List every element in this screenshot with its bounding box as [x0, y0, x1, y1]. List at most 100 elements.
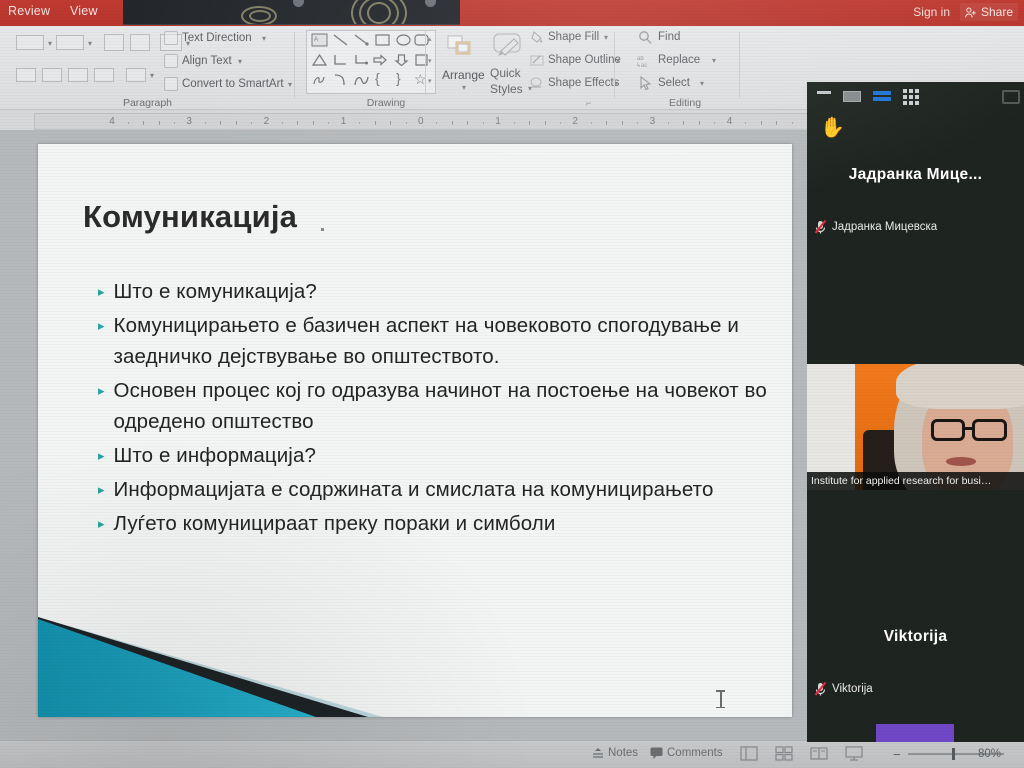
justify-icon[interactable] — [94, 68, 114, 82]
gallery-view-icon[interactable] — [903, 89, 919, 105]
replace-icon[interactable]: ab ↳ac — [636, 53, 653, 73]
ruler-tick — [791, 122, 793, 124]
comments-button[interactable]: Comments — [650, 747, 723, 759]
shape-elbow-connector-icon[interactable] — [332, 53, 349, 69]
sign-in-button[interactable]: Sign in — [913, 5, 950, 19]
shape-curve-arc-icon[interactable] — [353, 73, 370, 89]
shape-line-arrow-icon[interactable] — [353, 33, 370, 49]
shape-effects-label[interactable]: Shape Effects — [548, 77, 619, 89]
find-label[interactable]: Find — [658, 31, 680, 43]
columns-icon[interactable] — [126, 68, 146, 82]
ruler-number: 0 — [418, 116, 424, 127]
slide-canvas[interactable]: Комуникација ▸ Што е комуникација? ▸ Комуни… — [38, 144, 792, 717]
shape-oval-icon[interactable] — [395, 33, 412, 49]
shape-outline-caret-icon[interactable]: ▾ — [616, 56, 620, 65]
notes-button[interactable]: Notes — [592, 747, 638, 759]
zoom-slider-handle[interactable] — [952, 748, 955, 760]
zoom-out-button[interactable]: − — [893, 747, 901, 762]
slide-bullet-item[interactable]: ▸ Што е комуникација? — [96, 276, 776, 307]
zoom-view-toolbar — [807, 82, 1024, 114]
participant-bigname-viktorija: Viktorija — [883, 628, 948, 645]
smartart-icon[interactable] — [164, 77, 178, 91]
slide-bullet-item[interactable]: ▸ Основен процес кој го одразува начинот … — [96, 375, 776, 437]
shape-elbow-arrow-connector-icon[interactable] — [353, 53, 370, 69]
shape-right-brace-icon[interactable]: } — [396, 71, 401, 85]
shape-freeform-icon[interactable] — [311, 73, 328, 89]
shape-rectangle-icon[interactable] — [374, 33, 391, 49]
shape-line-icon[interactable] — [332, 33, 349, 49]
align-text-icon[interactable] — [164, 54, 178, 68]
minimize-icon[interactable] — [817, 91, 831, 94]
text-direction-caret-icon[interactable]: ▾ — [262, 34, 266, 43]
slide-bullet-item[interactable]: ▸ Комуницирањето е базичен аспект на чове… — [96, 310, 776, 372]
participant-video-biljana[interactable]: Institute for applied research for busi… — [807, 364, 1024, 490]
align-center-icon[interactable] — [42, 68, 62, 82]
quick-styles-icon[interactable] — [492, 32, 526, 67]
select-label[interactable]: Select — [658, 77, 690, 89]
shapes-scroll-up-icon[interactable]: ▴ — [428, 35, 432, 43]
exit-fullscreen-icon[interactable] — [1002, 90, 1020, 104]
shape-down-arrow-icon[interactable] — [393, 53, 410, 69]
text-direction-icon[interactable] — [164, 31, 178, 45]
convert-to-smartart-label[interactable]: Convert to SmartArt — [182, 78, 284, 90]
numbering-caret-icon[interactable]: ▾ — [88, 39, 92, 48]
bullets-caret-icon[interactable]: ▾ — [48, 39, 52, 48]
single-view-icon[interactable] — [843, 91, 861, 102]
replace-label[interactable]: Replace — [658, 54, 700, 66]
tab-review[interactable]: Review — [8, 4, 50, 18]
align-text-label[interactable]: Align Text — [182, 55, 232, 67]
shape-outline-icon[interactable] — [530, 53, 544, 72]
shape-left-brace-icon[interactable]: { — [375, 71, 380, 85]
arrange-icon[interactable] — [446, 34, 478, 67]
shape-effects-icon[interactable] — [530, 76, 544, 95]
tab-view[interactable]: View — [70, 4, 98, 18]
slide-bullet-item[interactable]: ▸ Информацијата е содржината и смислата н… — [96, 474, 776, 505]
speaker-view-icon[interactable] — [873, 91, 891, 103]
zoom-level-label[interactable]: 80% — [978, 748, 1001, 760]
slideshow-icon[interactable] — [845, 746, 865, 762]
normal-view-icon[interactable] — [740, 746, 760, 762]
slide-editing-area[interactable]: Комуникација ▸ Што е комуникација? ▸ Комуни… — [0, 130, 808, 740]
shapes-scroll-down-icon[interactable]: ▾ — [428, 57, 432, 65]
quick-styles-label-2[interactable]: Styles — [490, 82, 523, 96]
slide-sorter-icon[interactable] — [775, 746, 795, 762]
shape-outline-label[interactable]: Shape Outline — [548, 54, 621, 66]
shape-fill-icon[interactable] — [530, 30, 544, 49]
decrease-indent-icon[interactable] — [104, 34, 124, 51]
quick-styles-label-1[interactable]: Quick — [490, 66, 521, 80]
arrange-label[interactable]: Arrange — [442, 68, 485, 82]
bullet-list-icon[interactable] — [16, 35, 44, 50]
columns-caret-icon[interactable]: ▾ — [150, 71, 154, 80]
shape-fill-caret-icon[interactable]: ▾ — [604, 33, 608, 42]
numbered-list-icon[interactable] — [56, 35, 84, 50]
share-button[interactable]: Share — [959, 3, 1018, 21]
select-cursor-icon[interactable] — [638, 75, 652, 96]
shapes-gallery-scrollbar[interactable]: ▴ ▾ ▾ — [425, 31, 435, 95]
slide-body-placeholder[interactable]: ▸ Што е комуникација? ▸ Комуницирањето е ба… — [96, 276, 776, 542]
shapes-gallery[interactable]: A {} ☆ ▴ ▾ ▾ — [306, 30, 436, 95]
horizontal-ruler[interactable]: 4 3 2 1 0 1 2 3 4 — [34, 113, 808, 130]
increase-indent-icon[interactable] — [130, 34, 150, 51]
shape-right-arrow-icon[interactable] — [372, 53, 389, 69]
align-text-caret-icon[interactable]: ▾ — [238, 57, 242, 66]
shape-textbox-icon[interactable]: A — [311, 33, 328, 49]
ruler-tick — [451, 121, 453, 125]
text-direction-label[interactable]: Text Direction — [182, 32, 252, 44]
slide-bullet-item[interactable]: ▸ Луѓето комуницираат преку пораки и симб… — [96, 508, 776, 539]
slide-bullet-item[interactable]: ▸ Што е информација? — [96, 440, 776, 471]
shape-fill-label[interactable]: Shape Fill — [548, 31, 599, 43]
replace-caret-icon[interactable]: ▾ — [712, 56, 716, 65]
drawing-dialog-launcher[interactable]: ⌐ — [586, 98, 591, 108]
select-caret-icon[interactable]: ▾ — [700, 79, 704, 88]
convert-to-smartart-caret-icon[interactable]: ▾ — [288, 80, 292, 89]
align-left-icon[interactable] — [16, 68, 36, 82]
search-icon[interactable] — [638, 30, 653, 50]
align-right-icon[interactable] — [68, 68, 88, 82]
slide-title[interactable]: Комуникација — [83, 199, 297, 235]
shapes-more-icon[interactable]: ▾ — [428, 77, 432, 85]
arrange-caret-icon[interactable]: ▾ — [462, 83, 466, 92]
reading-view-icon[interactable] — [810, 746, 830, 762]
raised-hand-icon: ✋ — [820, 117, 845, 139]
shape-curve-right-icon[interactable] — [332, 73, 349, 89]
shape-triangle-icon[interactable] — [311, 53, 328, 69]
